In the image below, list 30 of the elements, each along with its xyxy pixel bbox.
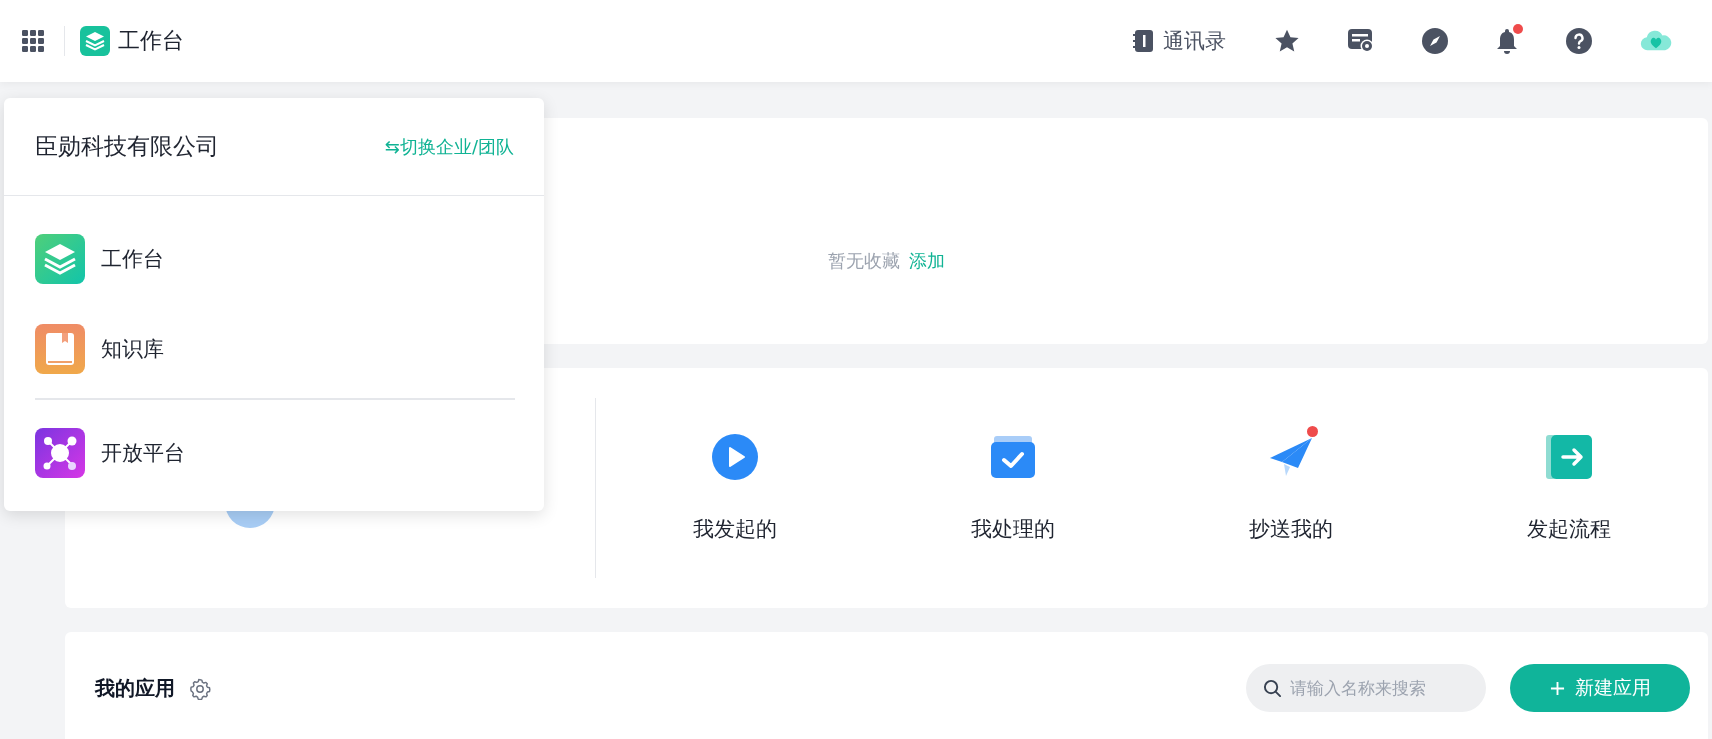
app-title: 工作台 bbox=[118, 27, 184, 55]
notification-bell-icon[interactable] bbox=[1496, 28, 1518, 54]
address-book-icon bbox=[1133, 30, 1153, 52]
checked-tray-icon bbox=[990, 433, 1036, 480]
workflow-action[interactable]: 我发起的 bbox=[685, 423, 785, 543]
workflow-action[interactable]: 我处理的 bbox=[963, 423, 1063, 543]
dropdown-item[interactable]: 知识库 bbox=[35, 324, 164, 374]
network-node-icon bbox=[35, 428, 85, 478]
star-icon[interactable] bbox=[1274, 28, 1300, 54]
workflow-action[interactable]: 发起流程 bbox=[1519, 423, 1619, 543]
layers-logo-icon bbox=[80, 26, 110, 56]
workflow-action[interactable]: 抄送我的 bbox=[1241, 423, 1341, 543]
layers-icon bbox=[35, 234, 85, 284]
my-apps-title: 我的应用 bbox=[95, 675, 175, 702]
dropdown-item[interactable]: 开放平台 bbox=[35, 428, 185, 478]
compass-icon[interactable] bbox=[1422, 28, 1448, 54]
settings-icon[interactable] bbox=[189, 677, 211, 700]
dropdown-item[interactable]: 工作台 bbox=[35, 234, 164, 284]
search-field[interactable]: 请输入名称来搜索 bbox=[1246, 664, 1486, 712]
card-settings-icon[interactable] bbox=[1348, 29, 1374, 53]
company-name: 臣勋科技有限公司 bbox=[35, 132, 219, 161]
play-icon bbox=[712, 433, 758, 480]
search-icon bbox=[1263, 679, 1282, 698]
app-grid-icon[interactable] bbox=[22, 30, 44, 52]
exit-door-icon bbox=[1546, 433, 1592, 480]
book-icon bbox=[35, 324, 85, 374]
empty-favorites-text: 暂无收藏 bbox=[828, 249, 900, 273]
contacts-button[interactable]: 通讯录 bbox=[1133, 27, 1226, 55]
help-icon[interactable] bbox=[1566, 28, 1592, 54]
plus-icon bbox=[1549, 680, 1565, 696]
